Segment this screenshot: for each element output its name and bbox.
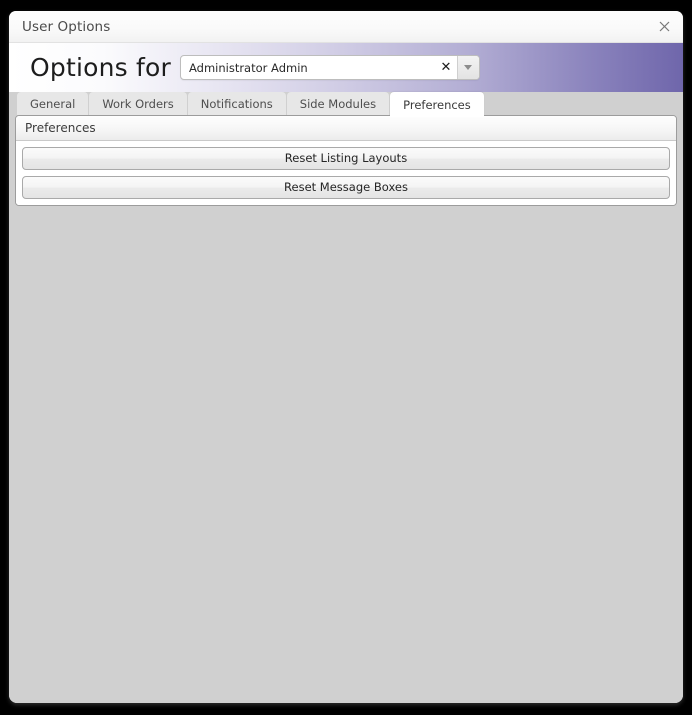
preferences-panel: Preferences Reset Listing Layouts Reset … xyxy=(15,115,677,206)
tab-label: Work Orders xyxy=(102,96,174,111)
tab-general[interactable]: General xyxy=(17,92,89,115)
window-titlebar: User Options xyxy=(9,11,683,43)
tab-label: General xyxy=(30,96,76,111)
reset-listing-layouts-button[interactable]: Reset Listing Layouts xyxy=(22,147,670,170)
tab-label: Notifications xyxy=(200,96,273,111)
chevron-down-icon[interactable] xyxy=(456,56,479,79)
user-select-value[interactable]: Administrator Admin xyxy=(181,61,435,75)
group-title: Preferences xyxy=(25,121,96,135)
tab-label: Side Modules xyxy=(299,96,377,111)
clear-icon[interactable]: ✕ xyxy=(435,56,457,79)
user-select-combobox[interactable]: Administrator Admin ✕ xyxy=(179,55,480,80)
tab-bar: General Work Orders Notifications Side M… xyxy=(9,92,683,117)
tab-preferences[interactable]: Preferences xyxy=(390,92,484,117)
tab-notifications[interactable]: Notifications xyxy=(187,92,286,115)
tab-label: Preferences xyxy=(403,97,471,112)
panel-body: Reset Listing Layouts Reset Message Boxe… xyxy=(16,141,676,205)
group-header: Preferences xyxy=(16,116,676,141)
page-title: Options for xyxy=(30,53,171,82)
reset-message-boxes-button[interactable]: Reset Message Boxes xyxy=(22,176,670,199)
options-header-band: Options for Administrator Admin ✕ xyxy=(9,43,683,92)
user-options-window: User Options Options for Administrator A… xyxy=(9,11,683,703)
window-title: User Options xyxy=(22,18,111,35)
tab-side-modules[interactable]: Side Modules xyxy=(286,92,390,115)
tab-work-orders[interactable]: Work Orders xyxy=(89,92,187,115)
close-icon[interactable] xyxy=(654,17,674,37)
empty-content-area xyxy=(9,206,683,703)
